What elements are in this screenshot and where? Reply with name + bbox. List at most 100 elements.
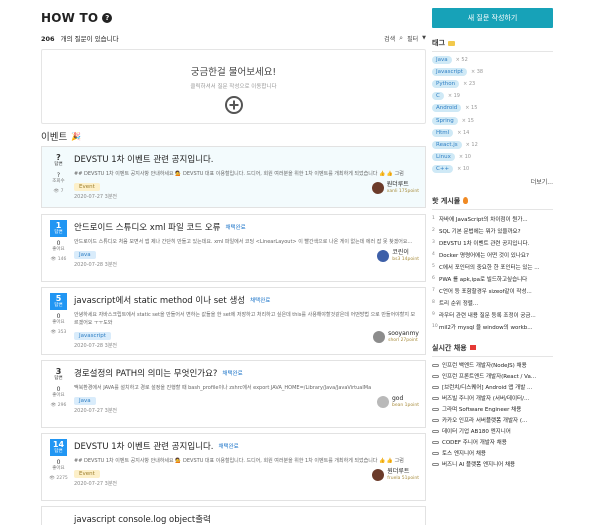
vote-stats: 5 답변 0 좋아요 👁 353: [45, 293, 72, 335]
search-icon[interactable]: ⌕: [399, 34, 403, 43]
sidebar-tag[interactable]: Java: [432, 56, 452, 65]
job-item[interactable]: 데이터 기업 AB180 엔지니어: [432, 426, 553, 437]
ask-question-button[interactable]: 새 질문 작성하기: [432, 8, 553, 28]
post-tag[interactable]: Event: [74, 470, 100, 478]
job-item[interactable]: 그라며 Software Engineer 채용: [432, 404, 553, 415]
jobs-section-title: 실시간 채용: [432, 343, 553, 353]
sidebar-tag[interactable]: Html: [432, 128, 454, 137]
job-item[interactable]: 버즈니 AI 플랫폼 엔지니어 채용: [432, 459, 553, 470]
author-meta: fruela 51point: [387, 476, 419, 481]
tag-count: × 12: [465, 141, 478, 148]
popular-item[interactable]: 3 DEVSTU 1차 이벤트 관련 공지입니다.: [432, 237, 553, 249]
job-item[interactable]: 인프런 프론트엔드 개발자(React / Va...: [432, 371, 553, 382]
question-title[interactable]: javascript에서 static method 이나 set 생성: [74, 294, 245, 306]
eye-count-value: 296: [57, 402, 67, 408]
popular-item[interactable]: 1 자바에 JavaScript의 차이점이 뭔가...: [432, 213, 553, 225]
job-item[interactable]: 버즈빌 주니어 개발자 (서버/데이터/...: [432, 393, 553, 404]
link-icon: [432, 462, 439, 466]
question-title[interactable]: DEVSTU 1차 이벤트 관련 공지입니다.: [74, 440, 213, 452]
question-count-row: 206 개의 질문이 있습니다 검색 ⌕ 필터 ▼: [41, 33, 426, 44]
sidebar-tag[interactable]: C++: [432, 164, 454, 173]
question-count-text: 개의 질문이 있습니다: [60, 35, 119, 43]
popular-rank: 7: [432, 288, 435, 294]
tags-more-link[interactable]: 더보기...: [432, 177, 553, 186]
vote-stats: 1 답변 0 좋아요 👁 146: [45, 220, 72, 262]
question-card[interactable]: 5 답변 0 좋아요 👁 353 javascript에서 static met…: [41, 287, 426, 355]
vote-stats: 14 답변 0 좋아요 👁 2275: [45, 439, 72, 481]
popular-item[interactable]: 5 C에서 포인터의 중요한 한 포인터는 있는 ...: [432, 261, 553, 273]
link-icon: [432, 396, 439, 400]
popular-title: DEVSTU 1차 이벤트 관련 공지입니다.: [439, 240, 530, 247]
tag-date-block: Event 2020-07-27 3분전: [74, 182, 117, 200]
tag-count: × 52: [455, 57, 468, 64]
popular-rank: 4: [432, 252, 435, 258]
author[interactable]: 원더루트 xanli 175point: [371, 182, 419, 194]
question-meta-row: Javascript 2020-07-28 3분전 sooyanmy shorl…: [74, 331, 419, 349]
job-item[interactable]: CODEF 주니어 개발자 채용: [432, 437, 553, 448]
popular-item[interactable]: 2 SQL 기본 문법에는 뭐가 있을까요?: [432, 225, 553, 237]
question-title-row: 안드로이드 스튜디오 xml 파일 코드 오류 채택완료: [74, 221, 419, 233]
post-tag[interactable]: Java: [74, 251, 96, 259]
author[interactable]: 원더루트 fruela 51point: [372, 469, 419, 481]
question-card[interactable]: 14 답변 0 좋아요 👁 2275 DEVSTU 1차 이벤트 관련 공지입니…: [41, 433, 426, 501]
post-date: 2020-07-27 3분전: [74, 194, 118, 200]
link-icon: [432, 385, 439, 389]
eye-count: 👁 296: [50, 402, 67, 408]
chevron-down-icon[interactable]: ▼: [422, 35, 426, 41]
question-card[interactable]: ? 답변 ? 조회수 👁 7 DEVSTU 1차 이벤트 관련 공지입니다. #…: [41, 146, 426, 208]
post-tag[interactable]: Javascript: [74, 332, 111, 340]
post-list: ? 답변 ? 조회수 👁 7 DEVSTU 1차 이벤트 관련 공지입니다. #…: [41, 146, 426, 525]
tag-row: Spring × 15: [432, 114, 553, 126]
solved-badge: 채택완료: [225, 225, 246, 231]
popular-item[interactable]: 6 PWA 를 apk,ipa로 빌드하고싶습니다: [432, 273, 553, 285]
author[interactable]: 코린이 bs3 14point: [377, 250, 419, 262]
event-header: 이벤트 🎉: [41, 130, 426, 144]
question-meta-row: Java 2020-07-28 3분전 코린이 bs3 14point: [74, 250, 419, 268]
job-title: CODEF 주니어 개발자 채용: [442, 440, 507, 447]
sidebar-tag[interactable]: Linux: [432, 152, 455, 161]
help-icon[interactable]: ?: [102, 13, 113, 23]
plus-circle-icon[interactable]: [224, 96, 243, 114]
post-tag[interactable]: Event: [74, 183, 100, 191]
tag-count: × 10: [458, 153, 471, 160]
question-card[interactable]: 3 답변 0 좋아요 👁 296 경로설정의 PATH의 의미는 무엇인가요? …: [41, 360, 426, 428]
author-name: god: [391, 395, 404, 402]
filter-label[interactable]: 필터: [407, 34, 418, 43]
question-title[interactable]: javascript console.log object출력: [74, 513, 211, 525]
sidebar-tag[interactable]: Python: [432, 80, 460, 89]
link-icon: [432, 429, 439, 433]
sidebar-tag[interactable]: Javascript: [432, 68, 467, 77]
question-title[interactable]: 경로설정의 PATH의 의미는 무엇인가요?: [74, 367, 217, 379]
view-label: 좋아요: [52, 392, 65, 398]
post-tag[interactable]: Java: [74, 397, 96, 405]
author[interactable]: sooyanmy shorl 27point: [373, 331, 419, 343]
solved-badge: 채택완료: [218, 444, 239, 450]
popular-section-title: 핫 게시물: [432, 196, 553, 206]
sidebar-tag[interactable]: Spring: [432, 116, 458, 125]
sidebar-tag[interactable]: C: [432, 92, 444, 101]
search-label[interactable]: 검색: [384, 34, 395, 43]
question-title[interactable]: DEVSTU 1차 이벤트 관련 공지입니다.: [74, 153, 213, 165]
question-title-row: DEVSTU 1차 이벤트 관련 공지입니다.: [74, 153, 419, 165]
eye-count-value: 146: [57, 256, 67, 262]
main-column: HOW TO ? 206 개의 질문이 있습니다 검색 ⌕ 필터 ▼ 궁금한걸 …: [41, 9, 426, 525]
ask-question-box[interactable]: 궁금한걸 물어보세요! 클릭하셔서 질문 작성으로 이동합니다: [41, 49, 426, 124]
sidebar-tag[interactable]: Android: [432, 104, 462, 113]
author[interactable]: god bean 1point: [376, 395, 419, 408]
question-title[interactable]: 안드로이드 스튜디오 xml 파일 코드 오류: [74, 221, 220, 233]
question-card[interactable]: 1 답변 0 좋아요 👁 146 안드로이드 스튜디오 xml 파일 코드 오류…: [41, 214, 426, 282]
job-title: 버즈니 AI 플랫폼 엔지니어 채용: [442, 462, 516, 469]
popular-item[interactable]: 8 트리 순위 정렬...: [432, 297, 553, 309]
answer-label: 답변: [54, 161, 63, 167]
question-card[interactable]: javascript console.log object출력 map타입을 (…: [41, 506, 426, 525]
popular-item[interactable]: 10 mil2가 mysql 을 window의 workb...: [432, 321, 553, 333]
popular-item[interactable]: 9 라우터 관련 내용 질문 등록 조정이 궁금...: [432, 309, 553, 321]
job-item[interactable]: 토스 엔지니어 채용: [432, 448, 553, 459]
popular-item[interactable]: 4 Docker 명령어에는 어떤 것이 있나요?: [432, 249, 553, 261]
job-item[interactable]: 카카오 인프라 서버플랫폼 개발자 (...: [432, 415, 553, 426]
avatar: [377, 250, 390, 262]
job-item[interactable]: 인프런 백엔드 개발자(NodeJS) 채용: [432, 360, 553, 371]
sidebar-tag[interactable]: React.js: [432, 140, 462, 149]
job-item[interactable]: [브런치/디스퀘어] Android 앱 개발 ...: [432, 382, 553, 393]
popular-item[interactable]: 7 C언어 등 포함할경우 sizeof같이 작성...: [432, 285, 553, 297]
